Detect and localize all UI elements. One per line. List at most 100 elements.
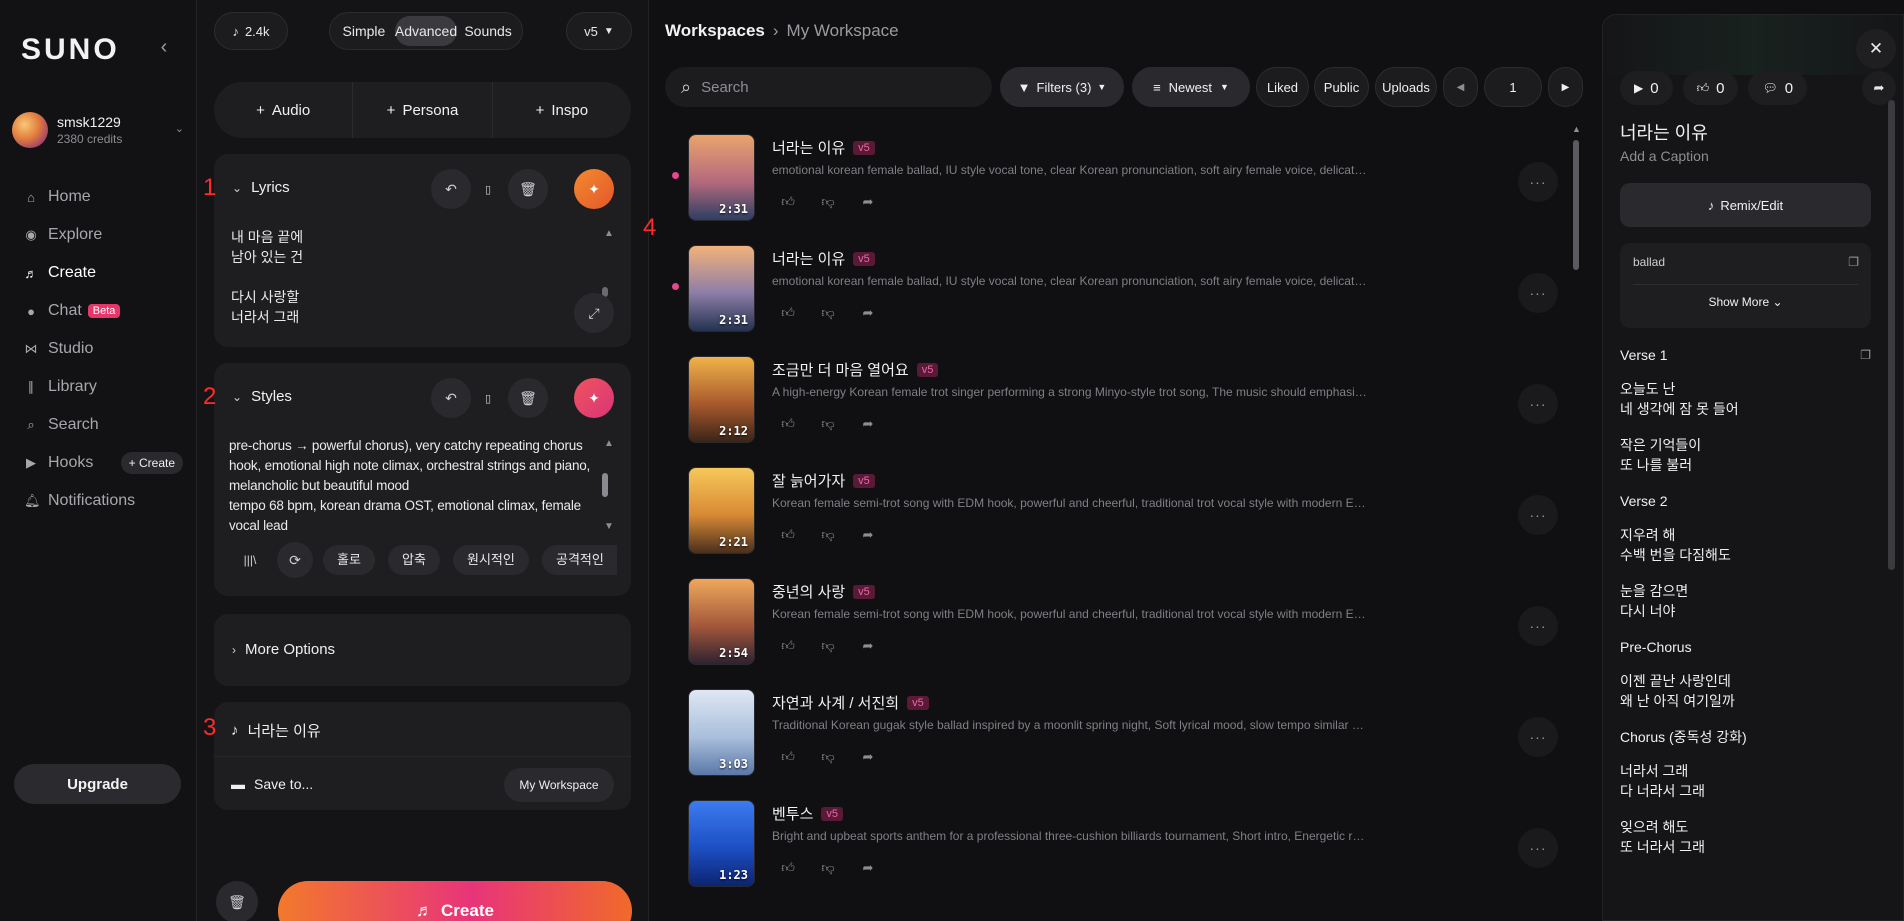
undo-button[interactable]: ↶ [431,378,471,418]
scroll-up-icon[interactable]: ▲ [1572,124,1581,134]
song-row[interactable]: 2:21 잘 늙어가자 v5 Korean female semi-trot song… [649,459,1569,559]
credits-chip[interactable]: ♪ 2.4k [214,12,288,50]
add-audio-button[interactable]: + Audio [214,82,354,138]
dislike-button[interactable]: 👎︎ [812,298,844,328]
song-list-scrollbar[interactable]: ▲ [1572,124,1581,921]
generate-lyrics-button[interactable]: ✦ [574,169,614,209]
collapse-sidebar-icon[interactable]: ‹ [154,36,174,60]
share-button[interactable]: ➦ [852,187,884,217]
song-cover[interactable]: 2:21 [688,467,755,554]
tab-sounds[interactable]: Sounds [457,16,519,46]
song-title[interactable]: 자연과 사계 / 서진희 v5 [772,692,929,713]
play-count-button[interactable]: ▶ 0 [1620,71,1673,105]
styles-scrollbar[interactable] [602,473,608,497]
like-button[interactable]: 👍︎ [772,631,804,661]
copy-icon[interactable]: ❐ [1848,255,1859,269]
dislike-button[interactable]: 👎︎ [812,187,844,217]
more-options-toggle[interactable]: › More Options [232,641,335,658]
song-title[interactable]: 너라는 이유 v5 [772,137,875,158]
song-name-field[interactable]: ♪ 너라는 이유 [231,720,321,741]
close-icon[interactable]: ✕ [1856,29,1896,69]
show-more-button[interactable]: Show More ⌄ [1620,295,1871,309]
remix-edit-button[interactable]: ♪ Remix/Edit [1620,183,1871,227]
style-tag-chip[interactable]: 압축 [388,545,440,575]
share-button[interactable]: ➦ [852,631,884,661]
sidebar-item-notifications[interactable]: 🔔︎ Notifications [0,482,197,520]
copy-icon[interactable]: ❐ [1860,345,1871,365]
song-row[interactable]: 2:54 중년의 사랑 v5 Korean female semi-trot song… [649,570,1569,670]
dislike-button[interactable]: 👎︎ [812,409,844,439]
more-options-button[interactable]: ··· [1518,828,1558,868]
share-button[interactable]: ➦ [852,742,884,772]
share-button[interactable]: ➦ [852,853,884,883]
dislike-button[interactable]: 👎︎ [812,520,844,550]
like-button[interactable]: 👍︎ [772,520,804,550]
more-options-button[interactable]: ··· [1518,273,1558,313]
share-button[interactable]: ➦ [852,409,884,439]
like-count-button[interactable]: 👍︎ 0 [1682,71,1739,105]
sidebar-item-hooks[interactable]: ▶ Hooks + Create [0,444,197,482]
page-number[interactable]: 1 [1484,67,1542,107]
song-row[interactable]: 2:12 조금만 더 마음 열어요 v5 A high-energy Korean f… [649,348,1569,448]
sort-select[interactable]: ≡ Newest ▼ [1132,67,1250,107]
sidebar-item-studio[interactable]: ⋈ Studio [0,330,197,368]
more-options-button[interactable]: ··· [1518,606,1558,646]
more-options-button[interactable]: ··· [1518,384,1558,424]
generate-styles-button[interactable]: ✦ [574,378,614,418]
hooks-create-button[interactable]: + Create [120,452,183,474]
more-options-button[interactable]: ··· [1518,717,1558,757]
song-row[interactable]: 3:03 자연과 사계 / 서진희 v5 Traditional Korean gug… [649,681,1569,781]
tab-simple[interactable]: Simple [333,16,395,46]
model-select[interactable]: v5 ▼ [566,12,632,50]
share-button[interactable]: ➦ [852,298,884,328]
scroll-up-icon[interactable]: ▲ [604,228,614,239]
song-row[interactable]: 2:31 너라는 이유 v5 emotional korean female ball… [649,126,1569,226]
like-button[interactable]: 👍︎ [772,298,804,328]
scrollbar-thumb[interactable] [1573,140,1579,270]
song-title[interactable]: 너라는 이유 v5 [772,248,875,269]
song-title[interactable]: 중년의 사랑 v5 [772,581,875,602]
breadcrumb-workspaces[interactable]: Workspaces [665,21,765,41]
add-persona-button[interactable]: + Persona [353,82,493,138]
clear-styles-button[interactable]: 🗑︎ [508,378,548,418]
sidebar-item-home[interactable]: ⌂ Home [0,178,197,216]
shuffle-styles-button[interactable]: ⟳ [277,542,313,578]
clear-all-button[interactable]: 🗑︎ [216,881,258,921]
scroll-down-icon[interactable]: ▼ [604,521,614,532]
sidebar-item-explore[interactable]: ◉ Explore [0,216,197,254]
song-title[interactable]: 잘 늙어가자 v5 [772,470,875,491]
user-menu[interactable]: smsk1229 2380 credits ⌄ [12,110,184,150]
styles-input[interactable]: pre-chorus → powerful chorus), very catc… [229,436,604,536]
song-title[interactable]: 조금만 더 마음 열어요 v5 [772,359,939,380]
song-row[interactable]: 2:31 너라는 이유 v5 emotional korean female ball… [649,237,1569,337]
lyrics-toggle[interactable]: ⌄ Lyrics [232,179,290,196]
share-button[interactable]: ➦ [852,520,884,550]
add-caption[interactable]: Add a Caption [1620,148,1709,164]
save-to-workspace-button[interactable]: My Workspace [504,768,614,802]
undo-button[interactable]: ↶ [431,169,471,209]
filter-uploads[interactable]: Uploads [1375,67,1437,107]
song-cover[interactable]: 3:03 [688,689,755,776]
add-inspo-button[interactable]: + Inspo [493,82,631,138]
song-title[interactable]: 벤투스 v5 [772,803,844,824]
filter-public[interactable]: Public [1314,67,1369,107]
like-button[interactable]: 👍︎ [772,742,804,772]
sidebar-item-search[interactable]: ⌕ Search [0,406,197,444]
style-tag-chip[interactable]: 홀로 [323,545,375,575]
lyrics-input[interactable]: 내 마음 끝에 남아 있는 건 다시 사랑할 너라서 그래 [231,227,571,327]
sidebar-item-library[interactable]: ∥ Library [0,368,197,406]
more-options-button[interactable]: ··· [1518,495,1558,535]
upgrade-button[interactable]: Upgrade [14,764,181,804]
comment-count-button[interactable]: 💬︎ 0 [1748,71,1808,105]
scroll-up-icon[interactable]: ▲ [604,438,614,449]
dislike-button[interactable]: 👎︎ [812,853,844,883]
expand-lyrics-button[interactable]: ⤢ [574,293,614,333]
song-row[interactable]: 1:23 벤투스 v5 Bright and upbeat sports anthem… [649,792,1569,892]
detail-scrollbar[interactable] [1888,100,1895,570]
song-cover[interactable]: 1:23 [688,800,755,887]
sidebar-item-chat[interactable]: ● Chat Beta [0,292,197,330]
search-field[interactable]: ⌕ [665,67,992,107]
next-page-button[interactable]: ▶ [1548,67,1583,107]
dislike-button[interactable]: 👎︎ [812,742,844,772]
filter-liked[interactable]: Liked [1256,67,1309,107]
